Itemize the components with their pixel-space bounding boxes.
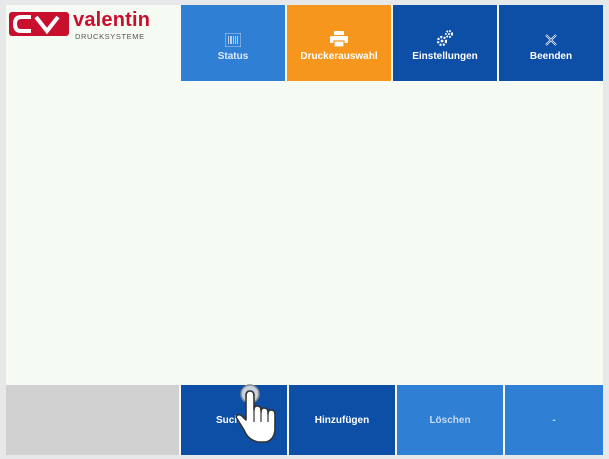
extra-button: - bbox=[505, 385, 603, 455]
tab-beenden[interactable]: Beenden bbox=[499, 5, 603, 81]
tab-einstellungen-label: Einstellungen bbox=[412, 50, 478, 62]
tab-einstellungen[interactable]: Einstellungen bbox=[393, 5, 497, 81]
gears-icon bbox=[435, 25, 455, 47]
tab-druckerauswahl-label: Druckerauswahl bbox=[300, 50, 378, 62]
tab-beenden-label: Beenden bbox=[529, 50, 573, 62]
printer-icon bbox=[330, 25, 348, 47]
bottom-blank-panel bbox=[6, 385, 179, 455]
delete-button: Löschen bbox=[397, 385, 503, 455]
tab-status-label: Status bbox=[217, 50, 249, 62]
brand-tagline: DRUCKSYSTEME bbox=[75, 32, 145, 41]
top-navigation: Status Druckerauswahl Einstellungen Been… bbox=[181, 5, 603, 81]
barcode-icon bbox=[225, 25, 241, 47]
tab-druckerauswahl[interactable]: Druckerauswahl bbox=[287, 5, 391, 81]
app-screen: valentin DRUCKSYSTEME Status Druckerausw… bbox=[6, 5, 603, 455]
cv-logo-mark bbox=[9, 12, 69, 36]
brand-name: valentin bbox=[73, 9, 151, 31]
add-button[interactable]: Hinzufügen bbox=[289, 385, 395, 455]
bottom-action-bar: Suchen Hinzufügen Löschen - bbox=[6, 385, 603, 455]
printer-list-area[interactable] bbox=[6, 81, 603, 385]
search-button[interactable]: Suchen bbox=[181, 385, 287, 455]
brand-logo: valentin DRUCKSYSTEME bbox=[6, 5, 181, 81]
tab-status[interactable]: Status bbox=[181, 5, 285, 81]
close-icon bbox=[544, 25, 558, 47]
